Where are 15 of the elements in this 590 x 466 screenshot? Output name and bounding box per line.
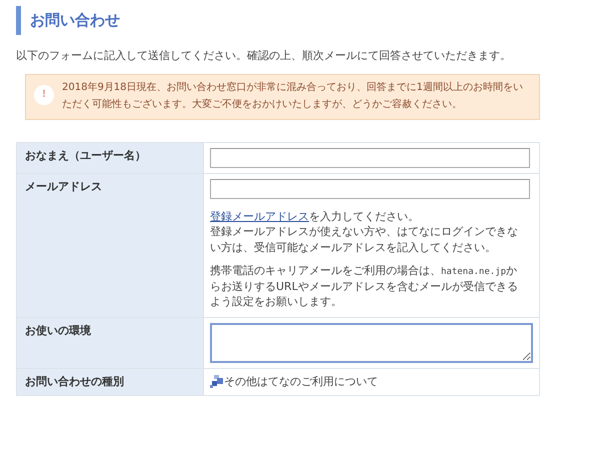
notice-text: 2018年9月18日現在、お問い合わせ窓口が非常に混み合っており、回答までに1週間以上のお時間をいただく可能性もございます。大変ご不便をおかけいたしますが、どうかご容赦ください。	[62, 80, 524, 112]
field-label: メールアドレス	[16, 174, 204, 318]
intro-text: 以下のフォームに記入して送信してください。確認の上、順次メールにて回答させていただきます。	[16, 48, 512, 64]
field-label: お問い合わせの種別	[16, 368, 204, 396]
help-text: 登録メールアドレス を入力してください。 登録メールアドレスが使えない方や、はてなにログインできない方は、受信可能なメールアドレスを記入してください。	[210, 209, 519, 256]
broken-image-icon	[210, 374, 224, 389]
help-text: 携帯電話のキャリアメールをご利用の場合は、hatena.ne.jpからお送りするURLやメールアドレスを含むメールが受信できるよう設定をお願いします。	[210, 263, 519, 310]
field-label: お使いの環境	[16, 317, 204, 368]
page-heading: お問い合わせ	[16, 6, 574, 34]
text-area[interactable]	[210, 322, 533, 363]
input-field[interactable]	[210, 148, 530, 168]
field-label: おなまえ（ユーザー名）	[16, 142, 204, 174]
email-link[interactable]: 登録メールアドレス	[210, 210, 309, 224]
input-field[interactable]	[210, 179, 530, 200]
alert-icon: !	[34, 85, 54, 106]
